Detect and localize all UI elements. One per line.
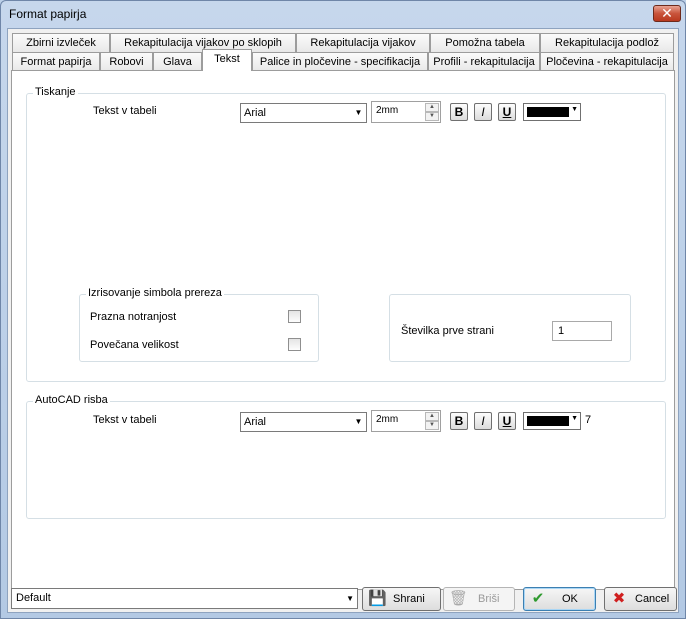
tab-palice-in-plocevine-specifikacija[interactable]: Palice in pločevine - specifikacija xyxy=(252,52,428,71)
font-size-value: 2mm xyxy=(376,414,399,425)
ok-button[interactable]: ✔ OK xyxy=(523,587,596,611)
color-picker[interactable]: ▼ xyxy=(523,412,581,430)
tekst-v-tabeli-label: Tekst v tabeli xyxy=(93,105,157,117)
prazna-notranjost-label: Prazna notranjost xyxy=(90,311,177,323)
bold-button[interactable]: B xyxy=(450,103,468,121)
chevron-down-icon: ▼ xyxy=(571,106,578,113)
tab-label: Palice in pločevine - specifikacija xyxy=(259,56,421,68)
tab-label: Rekapitulacija podlož xyxy=(555,37,659,49)
floppy-disk-icon: 💾 xyxy=(368,590,387,607)
delete-label: Briši xyxy=(478,593,500,605)
tiskanje-group-title: Tiskanje xyxy=(33,86,78,98)
tekst-v-tabeli-label: Tekst v tabeli xyxy=(93,414,157,426)
close-button[interactable]: ✕ xyxy=(653,5,681,22)
spin-down-icon[interactable]: ▼ xyxy=(425,421,439,430)
prazna-notranjost-checkbox[interactable] xyxy=(288,310,301,323)
delete-button[interactable]: 🗑 Briši xyxy=(443,587,515,611)
bold-icon: B xyxy=(454,105,464,119)
chevron-down-icon: ▼ xyxy=(354,417,363,426)
bold-button[interactable]: B xyxy=(450,412,468,430)
font-select-value: Arial xyxy=(244,107,267,119)
tab-label: Pomožna tabela xyxy=(445,37,525,49)
autocad-risba-group-title: AutoCAD risba xyxy=(33,394,110,406)
color-index-label: 7 xyxy=(585,414,592,426)
izrisovanje-simbola-title: Izrisovanje simbola prereza xyxy=(86,287,224,299)
italic-button[interactable]: I xyxy=(474,412,492,430)
tab-label: Tekst xyxy=(214,53,240,65)
tab-label: Pločevina - rekapitulacija xyxy=(546,56,668,68)
tab-label: Zbirni izvleček xyxy=(26,37,96,49)
chevron-down-icon: ▼ xyxy=(346,594,354,603)
tab-robovi[interactable]: Robovi xyxy=(100,52,153,71)
italic-icon: I xyxy=(481,414,485,428)
tab-label: Profili - rekapitulacija xyxy=(433,56,535,68)
save-button[interactable]: 💾 Shrani xyxy=(362,587,441,611)
font-size-spinner[interactable]: 2mm ▲ ▼ xyxy=(371,410,441,432)
font-size-value: 2mm xyxy=(376,105,399,116)
spinner-buttons: ▲ ▼ xyxy=(425,103,439,121)
italic-button[interactable]: I xyxy=(474,103,492,121)
ok-label: OK xyxy=(562,593,578,605)
tab-format-papirja[interactable]: Format papirja xyxy=(12,52,100,71)
font-select[interactable]: Arial ▼ xyxy=(240,103,367,123)
cancel-button[interactable]: ✖ Cancel xyxy=(604,587,677,611)
trash-icon: 🗑 xyxy=(449,590,469,607)
tab-rekapitulacija-vijakov[interactable]: Rekapitulacija vijakov xyxy=(296,33,430,52)
cancel-label: Cancel xyxy=(635,593,670,605)
tiskanje-group: Tiskanje Tekst v tabeli Arial ▼ 2mm ▲ ▼ … xyxy=(26,86,666,382)
dialog-client-area: Zbirni izvleček Rekapitulacija vijakov p… xyxy=(7,28,679,613)
x-mark-icon: ✖ xyxy=(612,590,626,607)
tab-plocevina-rekapitulacija[interactable]: Pločevina - rekapitulacija xyxy=(540,52,674,71)
autocad-risba-group: AutoCAD risba Tekst v tabeli Arial ▼ 2mm… xyxy=(26,394,666,519)
italic-icon: I xyxy=(481,105,485,119)
underline-button[interactable]: U xyxy=(498,103,516,121)
format-papirja-dialog: Format papirja ✕ Zbirni izvleček Rekapit… xyxy=(0,0,686,619)
povecana-velikost-checkbox[interactable] xyxy=(288,338,301,351)
font-select[interactable]: Arial ▼ xyxy=(240,412,367,432)
spin-down-icon[interactable]: ▼ xyxy=(425,112,439,121)
color-picker[interactable]: ▼ xyxy=(523,103,581,121)
stevilka-prve-strani-label: Številka prve strani xyxy=(401,325,494,337)
chevron-down-icon: ▼ xyxy=(571,415,578,422)
bold-icon: B xyxy=(454,414,464,428)
spinner-buttons: ▲ ▼ xyxy=(425,412,439,430)
color-swatch xyxy=(527,416,569,426)
tab-glava[interactable]: Glava xyxy=(153,52,202,71)
stevilka-prve-strani-input[interactable]: 1 xyxy=(552,321,612,341)
underline-icon: U xyxy=(502,414,512,428)
tab-zbirni-izvlecek[interactable]: Zbirni izvleček xyxy=(12,33,110,52)
checkmark-icon: ✔ xyxy=(531,590,545,607)
spin-up-icon[interactable]: ▲ xyxy=(425,103,439,112)
window-title: Format papirja xyxy=(9,7,87,21)
spin-up-icon[interactable]: ▲ xyxy=(425,412,439,421)
tab-label: Rekapitulacija vijakov po sklopih xyxy=(124,37,282,49)
tab-label: Robovi xyxy=(109,56,144,68)
preset-select[interactable]: Default ▼ xyxy=(11,588,358,609)
chevron-down-icon: ▼ xyxy=(354,108,363,117)
stevilka-value: 1 xyxy=(558,325,565,337)
underline-icon: U xyxy=(502,105,512,119)
tab-profili-rekapitulacija[interactable]: Profili - rekapitulacija xyxy=(428,52,540,71)
close-icon: ✕ xyxy=(661,5,673,21)
tab-label: Rekapitulacija vijakov xyxy=(310,37,416,49)
font-select-value: Arial xyxy=(244,416,267,428)
underline-button[interactable]: U xyxy=(498,412,516,430)
color-swatch xyxy=(527,107,569,117)
title-bar: Format papirja ✕ xyxy=(1,1,685,27)
tab-label: Glava xyxy=(163,56,192,68)
tab-tekst[interactable]: Tekst xyxy=(202,49,252,71)
stevilka-group: Številka prve strani 1 xyxy=(389,294,631,362)
povecana-velikost-label: Povečana velikost xyxy=(90,339,179,351)
tekst-tab-panel: Tiskanje Tekst v tabeli Arial ▼ 2mm ▲ ▼ … xyxy=(11,70,675,590)
tab-pomozna-tabela[interactable]: Pomožna tabela xyxy=(430,33,540,52)
tab-rekapitulacija-podloz[interactable]: Rekapitulacija podlož xyxy=(540,33,674,52)
save-label: Shrani xyxy=(393,593,425,605)
izrisovanje-simbola-group: Izrisovanje simbola prereza Prazna notra… xyxy=(79,287,319,362)
preset-value: Default xyxy=(16,592,51,604)
font-size-spinner[interactable]: 2mm ▲ ▼ xyxy=(371,101,441,123)
tab-label: Format papirja xyxy=(20,56,92,68)
